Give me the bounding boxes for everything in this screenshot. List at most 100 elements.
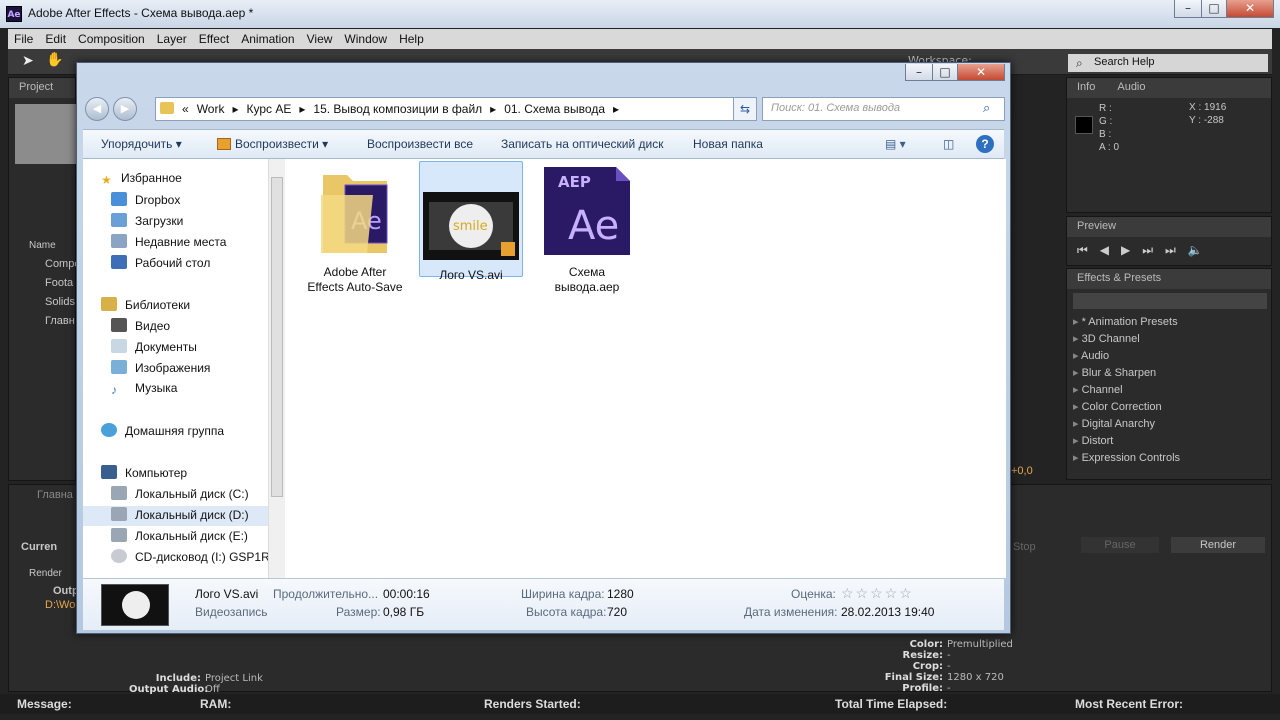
nav-pictures[interactable]: Изображения xyxy=(111,360,210,378)
effects-category-item[interactable]: ▸ 3D Channel xyxy=(1073,332,1263,349)
explorer-search-input[interactable]: Поиск: 01. Схема вывода xyxy=(762,97,1005,121)
menu-layer[interactable]: Layer xyxy=(151,29,193,49)
file-autosave-folder[interactable]: Ae Adobe After Effects Auto-Save xyxy=(303,165,407,295)
effects-category-item[interactable]: ▸ Audio xyxy=(1073,349,1263,366)
expand-arrow-icon[interactable]: ▸ xyxy=(1073,367,1082,379)
nav-favorites[interactable]: ★ Избранное xyxy=(101,171,182,189)
effects-category-label: Blur & Sharpen xyxy=(1081,367,1157,379)
menu-effect[interactable]: Effect xyxy=(193,29,235,49)
nav-drive-e[interactable]: Локальный диск (E:) xyxy=(111,528,248,546)
project-item-footage[interactable]: Foota xyxy=(45,277,73,289)
effects-category-item[interactable]: ▸ Distort xyxy=(1073,434,1263,451)
expand-arrow-icon[interactable]: ▸ xyxy=(1073,418,1082,430)
tab-audio[interactable]: Audio xyxy=(1117,81,1145,98)
ae-maximize-button[interactable]: □ xyxy=(1201,0,1227,18)
tab-effects-presets[interactable]: Effects & Presets xyxy=(1067,269,1271,289)
nav-desktop[interactable]: Рабочий стол xyxy=(111,255,210,273)
nav-libraries[interactable]: Библиотеки xyxy=(101,297,190,315)
expand-arrow-icon[interactable]: ▸ xyxy=(1073,384,1082,396)
nav-videos[interactable]: Видео xyxy=(111,318,170,336)
menu-view[interactable]: View xyxy=(301,29,339,49)
search-icon[interactable]: ⌕ xyxy=(983,101,990,116)
effects-search-input[interactable] xyxy=(1073,293,1267,309)
y-coordinate: Y : -288 xyxy=(1189,115,1224,126)
nav-drive-c[interactable]: Локальный диск (C:) xyxy=(111,486,249,504)
explorer-minimize-button[interactable]: – xyxy=(905,64,933,81)
file-name-line1: Схема xyxy=(568,265,606,279)
nav-documents[interactable]: Документы xyxy=(111,339,197,357)
effects-category-item[interactable]: ▸ Digital Anarchy xyxy=(1073,417,1263,434)
tab-preview[interactable]: Preview xyxy=(1067,217,1271,237)
play-all-button[interactable]: Воспроизвести все xyxy=(367,137,473,151)
tab-project[interactable]: Project xyxy=(9,78,75,98)
file-aep-project[interactable]: AEP Ae Схема вывода.aep xyxy=(535,165,639,295)
file-logo-video[interactable]: smile Лого VS.avi xyxy=(419,161,523,282)
menu-animation[interactable]: Animation xyxy=(235,29,300,49)
explorer-maximize-button[interactable]: □ xyxy=(932,64,958,81)
organize-button[interactable]: Упорядочить ▾ xyxy=(101,137,182,151)
pause-button[interactable]: Pause xyxy=(1081,537,1159,553)
nav-cd-drive[interactable]: CD-дисковод (I:) GSP1RM xyxy=(111,549,280,567)
nav-scroll-thumb[interactable] xyxy=(271,177,283,497)
tab-info[interactable]: Info xyxy=(1077,81,1095,98)
expand-arrow-icon[interactable]: ▸ xyxy=(1073,316,1082,328)
breadcrumb-overflow[interactable]: « xyxy=(182,102,189,116)
render-button[interactable]: Render xyxy=(1171,537,1265,553)
project-panel: Project Name Composi Foota Solids Главн xyxy=(8,77,88,481)
ae-minimize-button[interactable]: – xyxy=(1174,0,1202,18)
forward-button[interactable]: ▶ xyxy=(113,97,137,121)
hand-tool-icon[interactable]: ✋ xyxy=(46,52,63,68)
nav-downloads[interactable]: Загрузки xyxy=(111,213,183,231)
explorer-close-button[interactable]: ✕ xyxy=(957,64,1005,81)
breadcrumb-course[interactable]: Курс AE xyxy=(247,102,292,116)
nav-drive-d[interactable]: Локальный диск (D:) xyxy=(83,506,275,526)
nav-scrollbar[interactable] xyxy=(268,159,285,578)
expand-arrow-icon[interactable]: ▸ xyxy=(1073,401,1082,413)
burn-disc-button[interactable]: Записать на оптический диск xyxy=(501,137,664,151)
selection-tool-icon[interactable]: ➤ xyxy=(22,53,34,69)
preview-pane-icon[interactable]: ◫ xyxy=(943,137,954,151)
breadcrumb-arrow-icon: ▸ xyxy=(490,102,497,116)
new-folder-button[interactable]: Новая папка xyxy=(693,137,763,151)
stop-button[interactable]: Stop xyxy=(1013,541,1036,553)
effects-category-item[interactable]: ▸ * Animation Presets xyxy=(1073,315,1263,332)
effects-category-item[interactable]: ▸ Channel xyxy=(1073,383,1263,400)
play-button[interactable]: Воспроизвести ▾ xyxy=(217,137,328,151)
effects-category-item[interactable]: ▸ Expression Controls xyxy=(1073,451,1263,468)
menu-help[interactable]: Help xyxy=(393,29,430,49)
address-bar[interactable]: « Work ▸ Курс AE ▸ 15. Вывод композиции в … xyxy=(155,97,751,121)
menu-edit[interactable]: Edit xyxy=(39,29,72,49)
effects-category-label: 3D Channel xyxy=(1081,333,1140,345)
nav-computer[interactable]: Компьютер xyxy=(101,465,187,483)
project-item-main[interactable]: Главн xyxy=(45,315,75,327)
ae-close-button[interactable]: ✕ xyxy=(1226,0,1274,18)
effects-category-item[interactable]: ▸ Blur & Sharpen xyxy=(1073,366,1263,383)
tab-main-comp[interactable]: Главна xyxy=(37,489,73,501)
back-button[interactable]: ◀ xyxy=(85,97,109,121)
menu-composition[interactable]: Composition xyxy=(72,29,151,49)
nav-homegroup[interactable]: Домашняя группа xyxy=(101,423,224,441)
breadcrumb-work[interactable]: Work xyxy=(197,102,225,116)
project-item-solids[interactable]: Solids xyxy=(45,296,75,308)
cd-drive-icon xyxy=(111,549,127,563)
menu-file[interactable]: File xyxy=(8,29,39,49)
effects-category-item[interactable]: ▸ Color Correction xyxy=(1073,400,1263,417)
help-icon[interactable]: ? xyxy=(976,135,994,153)
breadcrumb-lesson[interactable]: 15. Вывод композиции в файл xyxy=(313,102,482,116)
breadcrumb-current[interactable]: 01. Схема вывода xyxy=(504,102,605,116)
file-name-line2: вывода.aep xyxy=(554,280,620,294)
rating-stars[interactable]: ☆☆☆☆☆ xyxy=(841,585,914,602)
refresh-icon[interactable]: ⇆ xyxy=(733,97,757,121)
nav-music[interactable]: ♪ Музыка xyxy=(111,381,177,399)
search-help-input[interactable]: Search Help xyxy=(1068,54,1268,72)
menu-window[interactable]: Window xyxy=(338,29,393,49)
expand-arrow-icon[interactable]: ▸ xyxy=(1073,435,1082,447)
nav-dropbox[interactable]: Dropbox xyxy=(111,192,180,210)
preview-controls[interactable]: ⏮◀▶⏭⏭🔈 xyxy=(1077,243,1215,258)
output-path[interactable]: D:\Wo xyxy=(45,599,75,611)
expand-arrow-icon[interactable]: ▸ xyxy=(1073,333,1082,345)
view-options-icon[interactable]: ▤ ▾ xyxy=(885,137,906,151)
nav-recent-places[interactable]: Недавние места xyxy=(111,234,226,252)
expand-arrow-icon[interactable]: ▸ xyxy=(1073,350,1081,362)
expand-arrow-icon[interactable]: ▸ xyxy=(1073,452,1082,464)
